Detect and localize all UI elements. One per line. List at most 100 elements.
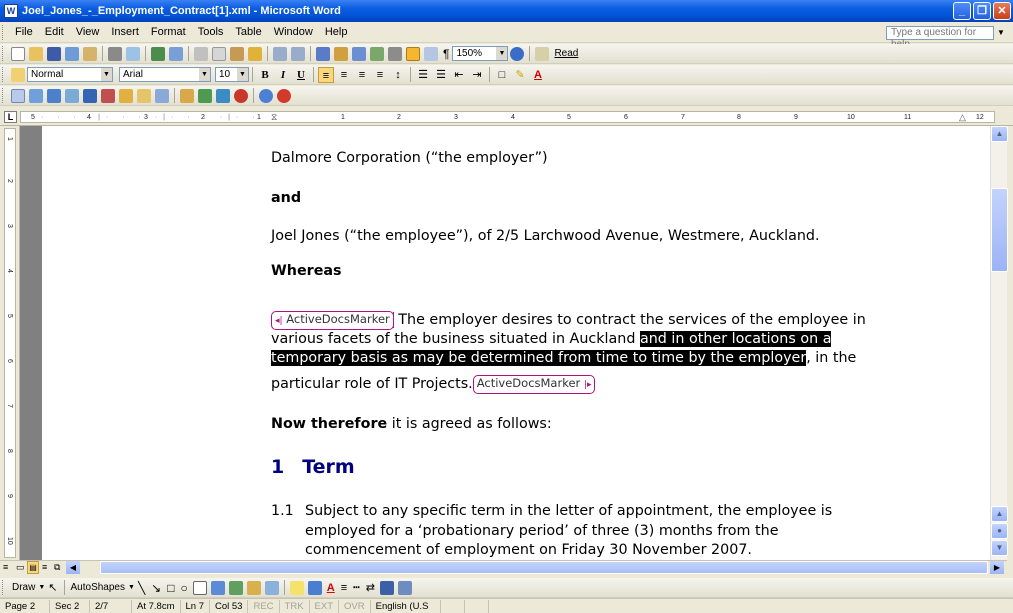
show-hide-icon[interactable]: ¶ (443, 47, 449, 61)
form-shade-icon[interactable] (119, 88, 133, 103)
copy-icon[interactable] (212, 46, 226, 61)
cut-icon[interactable] (194, 46, 208, 61)
vertical-scrollbar[interactable]: ▲ ▲ ● ▼ (990, 126, 1008, 560)
outline-view-icon[interactable]: ≡ (42, 562, 47, 572)
activedocs-marker-start[interactable]: ◂| ActiveDocsMarker (271, 311, 394, 330)
shadow-style-icon[interactable] (379, 580, 394, 595)
help-search-input[interactable]: Type a question for help (886, 26, 994, 50)
redo-icon[interactable] (291, 46, 305, 61)
research-icon[interactable] (169, 46, 183, 61)
document-map-icon[interactable] (424, 46, 438, 61)
print-layout-icon[interactable]: ▤ (27, 561, 39, 574)
status-rec[interactable]: REC (248, 599, 280, 613)
toolbar-grip[interactable] (2, 46, 5, 61)
select-objects-icon[interactable]: ↖ (48, 581, 57, 594)
select-browse-object-button[interactable]: ● (991, 523, 1008, 539)
minimize-button[interactable]: _ (953, 2, 971, 20)
font-color-icon[interactable]: A (530, 67, 546, 83)
horizontal-scroll-thumb[interactable] (100, 561, 988, 574)
toolbar-grip[interactable] (2, 67, 5, 82)
fill-color-icon[interactable] (289, 580, 304, 595)
read-button[interactable]: Read (554, 48, 578, 59)
status-ovr[interactable]: OVR (339, 599, 371, 613)
style-select[interactable]: Normal ▼ (27, 67, 113, 82)
scroll-right-button[interactable]: ▶ (990, 561, 1004, 574)
macro-icon[interactable] (180, 88, 194, 103)
border-icon[interactable]: □ (494, 67, 510, 83)
vertical-ruler[interactable]: 1 2 3 4 5 6 7 8 9 10 (0, 126, 20, 560)
drawing-icon[interactable] (406, 46, 420, 61)
menu-tools[interactable]: Tools (192, 26, 230, 38)
form-text-icon[interactable] (29, 88, 43, 103)
close-button[interactable]: ✕ (993, 2, 1011, 20)
status-ext[interactable]: EXT (310, 599, 340, 613)
permission-icon[interactable] (65, 46, 79, 61)
font-select[interactable]: Arial ▼ (119, 67, 211, 82)
form-table-icon[interactable] (83, 88, 97, 103)
word-app-icon[interactable]: W (4, 4, 18, 18)
insert-excel-icon[interactable] (370, 46, 384, 61)
save-icon[interactable] (47, 46, 61, 61)
menu-window[interactable]: Window (268, 26, 319, 38)
format-painter-icon[interactable] (248, 46, 262, 61)
status-language[interactable]: English (U.S (371, 599, 441, 613)
bold-button[interactable]: B (257, 67, 273, 83)
stop-icon[interactable] (234, 88, 248, 103)
autoshapes-menu-button[interactable]: AutoShapes (71, 582, 126, 593)
info-icon[interactable] (259, 88, 273, 103)
read-book-icon[interactable] (535, 46, 550, 61)
draw-menu-button[interactable]: Draw (12, 582, 35, 593)
menu-view[interactable]: View (70, 26, 106, 38)
line-color-icon[interactable] (307, 580, 322, 595)
zoom-select[interactable]: 150% ▼ (452, 46, 509, 61)
scroll-previous-page-button[interactable]: ▲ (991, 506, 1008, 522)
scroll-next-page-button[interactable]: ▼ (991, 540, 1008, 556)
help-icon[interactable] (510, 46, 525, 61)
refresh-icon[interactable] (198, 88, 212, 103)
font-size-select[interactable]: 10 ▼ (215, 67, 249, 82)
form-frame-icon[interactable] (101, 88, 115, 103)
form-list-icon[interactable] (65, 88, 79, 103)
activedocs-marker-end[interactable]: ActiveDocsMarker |▸ (472, 375, 596, 394)
arrow-style-icon[interactable]: ⇄ (366, 581, 375, 594)
font-color-draw-icon[interactable]: A (327, 582, 335, 594)
arrow-icon[interactable]: ↘ (151, 581, 161, 595)
status-trk[interactable]: TRK (280, 599, 310, 613)
menu-help[interactable]: Help (319, 26, 354, 38)
horizontal-ruler[interactable]: L 5 4 3 2 1 · · · ·|· · · ·|· · · ·|· · … (0, 108, 1013, 126)
maximize-button[interactable]: ❐ (973, 2, 991, 20)
line-icon[interactable]: ╲ (138, 581, 145, 595)
open-folder-icon[interactable] (29, 46, 43, 61)
undo-icon[interactable] (273, 46, 287, 61)
form-reset-icon[interactable] (137, 88, 151, 103)
bullets-icon[interactable]: ☰ (433, 67, 449, 83)
web-layout-icon[interactable]: ▭ (16, 562, 25, 573)
picture-icon[interactable] (264, 580, 279, 595)
line-spacing-icon[interactable]: ↕ (390, 67, 406, 83)
decrease-indent-icon[interactable]: ⇤ (451, 67, 467, 83)
styles-formatting-icon[interactable] (11, 67, 25, 82)
underline-button[interactable]: U (293, 67, 309, 83)
paste-icon[interactable] (230, 46, 244, 61)
new-document-icon[interactable] (11, 46, 25, 61)
toolbar-grip[interactable] (2, 580, 5, 595)
menu-edit[interactable]: Edit (39, 26, 70, 38)
justify-icon[interactable]: ≡ (372, 67, 388, 83)
increase-indent-icon[interactable]: ⇥ (469, 67, 485, 83)
tab-selector[interactable]: L (4, 111, 17, 123)
normal-view-icon[interactable]: ≡ (3, 562, 8, 572)
form-check-icon[interactable] (47, 88, 61, 103)
database-icon[interactable] (216, 88, 230, 103)
hyperlink-icon[interactable] (316, 46, 330, 61)
dash-style-icon[interactable]: ┅ (353, 581, 360, 594)
line-style-icon[interactable]: ≡ (341, 582, 347, 594)
scroll-left-button[interactable]: ◀ (66, 561, 80, 574)
columns-icon[interactable] (388, 46, 402, 61)
block-icon[interactable] (277, 88, 291, 103)
menu-file[interactable]: File (9, 26, 39, 38)
diagram-icon[interactable] (228, 580, 243, 595)
vertical-scroll-thumb[interactable] (991, 188, 1008, 272)
menu-insert[interactable]: Insert (105, 26, 145, 38)
toolbar-grip[interactable] (2, 88, 5, 103)
insert-table-icon[interactable] (352, 46, 366, 61)
